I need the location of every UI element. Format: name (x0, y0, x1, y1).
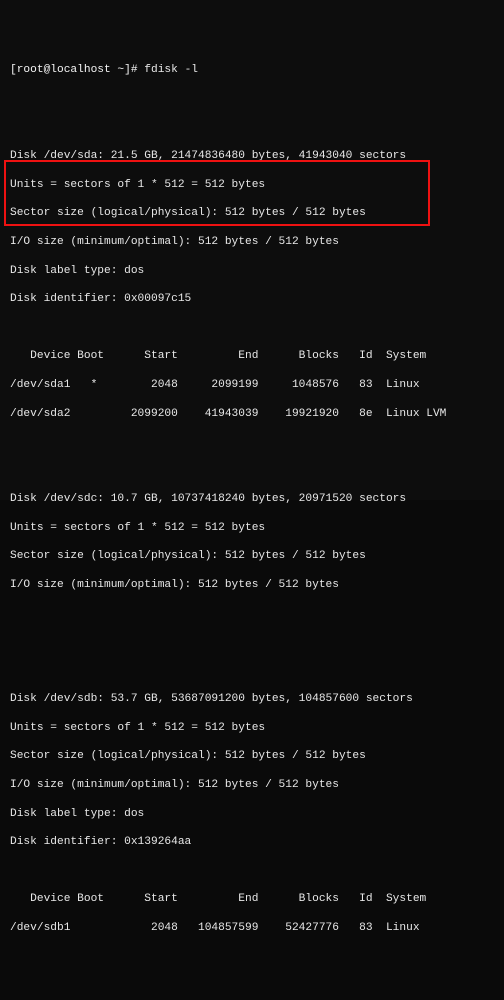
prompt-line: [root@localhost ~]# fdisk -l (10, 63, 494, 77)
disk-io-size: I/O size (minimum/optimal): 512 bytes / … (10, 578, 494, 592)
disk-label-type: Disk label type: dos (10, 807, 494, 821)
prompt-user-host: [root@localhost ~]# (10, 64, 138, 76)
command-text: fdisk -l (144, 64, 198, 76)
disk-sector-size: Sector size (logical/physical): 512 byte… (10, 749, 494, 763)
blank-line (10, 607, 494, 621)
disk-sector-size: Sector size (logical/physical): 512 byte… (10, 549, 494, 563)
disk-io-size: I/O size (minimum/optimal): 512 bytes / … (10, 235, 494, 249)
disk-identifier: Disk identifier: 0x139264aa (10, 835, 494, 849)
disk-label-type: Disk label type: dos (10, 264, 494, 278)
blank-line (10, 321, 494, 335)
partition-row: /dev/sda2 2099200 41943039 19921920 8e L… (10, 407, 494, 421)
disk-units: Units = sectors of 1 * 512 = 512 bytes (10, 521, 494, 535)
terminal[interactable]: { "prompt": { "user_host": "[root@localh… (0, 0, 504, 500)
blank-line (10, 635, 494, 649)
disk-header: Disk /dev/sdb: 53.7 GB, 53687091200 byte… (10, 692, 494, 706)
blank-line (10, 864, 494, 878)
blank-line (10, 950, 494, 964)
disk-io-size: I/O size (minimum/optimal): 512 bytes / … (10, 778, 494, 792)
partition-table-header: Device Boot Start End Blocks Id System (10, 349, 494, 363)
blank-line (10, 92, 494, 106)
partition-row: /dev/sda1 * 2048 2099199 1048576 83 Linu… (10, 378, 494, 392)
disk-identifier: Disk identifier: 0x00097c15 (10, 292, 494, 306)
disk-units: Units = sectors of 1 * 512 = 512 bytes (10, 721, 494, 735)
disk-sector-size: Sector size (logical/physical): 512 byte… (10, 206, 494, 220)
disk-header: Disk /dev/sda: 21.5 GB, 21474836480 byte… (10, 149, 494, 163)
blank-line (10, 435, 494, 449)
disk-units: Units = sectors of 1 * 512 = 512 bytes (10, 178, 494, 192)
disk-header: Disk /dev/sdc: 10.7 GB, 10737418240 byte… (10, 492, 494, 506)
partition-row: /dev/sdb1 2048 104857599 52427776 83 Lin… (10, 921, 494, 935)
partition-table-header: Device Boot Start End Blocks Id System (10, 892, 494, 906)
